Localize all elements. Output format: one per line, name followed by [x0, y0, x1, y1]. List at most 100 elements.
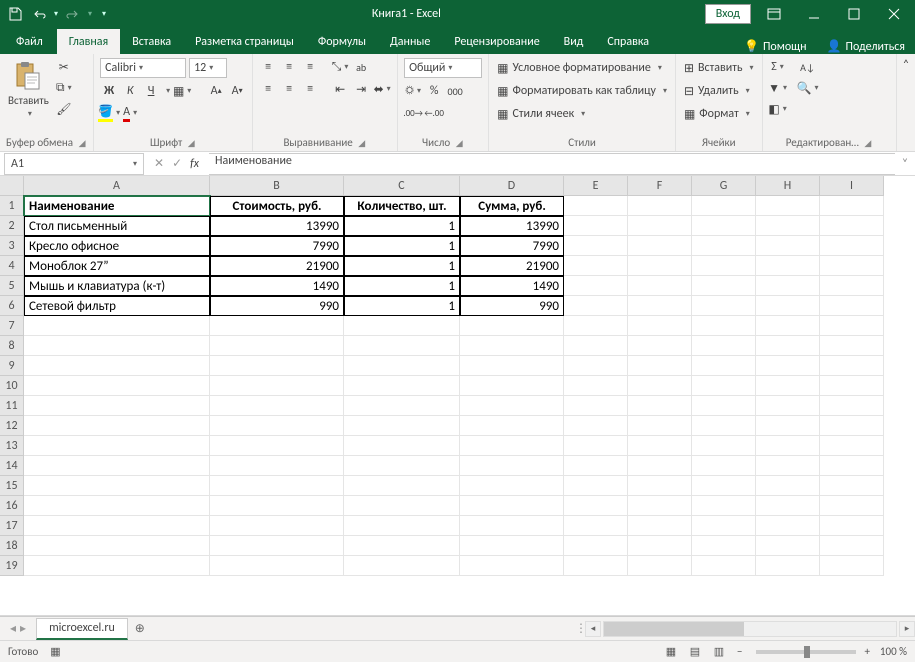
- cell[interactable]: [628, 476, 692, 496]
- cell[interactable]: [820, 416, 884, 436]
- cell[interactable]: 7990: [460, 236, 564, 256]
- row-header[interactable]: 11: [0, 396, 24, 416]
- cell[interactable]: [820, 236, 884, 256]
- row-header[interactable]: 18: [0, 536, 24, 556]
- cell[interactable]: [756, 316, 820, 336]
- cell[interactable]: [820, 476, 884, 496]
- cell[interactable]: 1: [344, 296, 460, 316]
- cell[interactable]: 1: [344, 216, 460, 236]
- cell[interactable]: [564, 336, 628, 356]
- cell[interactable]: [756, 456, 820, 476]
- font-name-select[interactable]: Calibri▾: [100, 58, 186, 78]
- decrease-indent-icon[interactable]: ⇤: [331, 80, 349, 98]
- copy-icon[interactable]: ⧉▾: [55, 79, 73, 97]
- wrap-text-icon[interactable]: ab: [352, 58, 370, 76]
- save-icon[interactable]: [4, 3, 26, 25]
- column-header[interactable]: E: [564, 176, 628, 196]
- minimize-icon[interactable]: [797, 0, 831, 28]
- cell[interactable]: [692, 516, 756, 536]
- row-header[interactable]: 10: [0, 376, 24, 396]
- cell[interactable]: [628, 496, 692, 516]
- cell[interactable]: [820, 216, 884, 236]
- cell[interactable]: [564, 196, 628, 216]
- cell[interactable]: [210, 476, 344, 496]
- insert-cells-button[interactable]: ⊞Вставить▾: [682, 58, 756, 78]
- signin-button[interactable]: Вход: [705, 4, 751, 24]
- cell[interactable]: [564, 276, 628, 296]
- cell[interactable]: [756, 436, 820, 456]
- cell[interactable]: [756, 276, 820, 296]
- cell[interactable]: Сумма, руб.: [460, 196, 564, 216]
- fx-icon[interactable]: fx: [190, 157, 199, 171]
- cell[interactable]: Мышь и клавиатура (к-т): [24, 276, 210, 296]
- row-header[interactable]: 19: [0, 556, 24, 576]
- increase-indent-icon[interactable]: ⇥: [352, 80, 370, 98]
- cell[interactable]: [210, 436, 344, 456]
- cell[interactable]: [24, 336, 210, 356]
- currency-icon[interactable]: ☼▾: [404, 82, 422, 100]
- cell[interactable]: [24, 416, 210, 436]
- cell[interactable]: [210, 396, 344, 416]
- redo-icon[interactable]: [62, 3, 84, 25]
- cell[interactable]: [820, 196, 884, 216]
- cell[interactable]: [820, 276, 884, 296]
- cell[interactable]: [756, 396, 820, 416]
- cell[interactable]: [460, 396, 564, 416]
- row-header[interactable]: 15: [0, 476, 24, 496]
- cell[interactable]: [210, 496, 344, 516]
- cell[interactable]: [628, 236, 692, 256]
- cell[interactable]: [628, 516, 692, 536]
- cell[interactable]: [344, 396, 460, 416]
- scroll-right-icon[interactable]: ▸: [899, 621, 915, 637]
- row-header[interactable]: 12: [0, 416, 24, 436]
- cell[interactable]: [24, 516, 210, 536]
- cell[interactable]: 7990: [210, 236, 344, 256]
- sort-filter-icon[interactable]: A↓: [799, 58, 817, 76]
- cell[interactable]: [756, 336, 820, 356]
- row-header[interactable]: 16: [0, 496, 24, 516]
- cell[interactable]: [692, 216, 756, 236]
- cell[interactable]: [460, 356, 564, 376]
- tab-formulas[interactable]: Формулы: [306, 29, 378, 54]
- row-header[interactable]: 7: [0, 316, 24, 336]
- page-layout-view-icon[interactable]: ▤: [684, 643, 706, 661]
- column-header[interactable]: H: [756, 176, 820, 196]
- cell[interactable]: [756, 516, 820, 536]
- cell[interactable]: [344, 556, 460, 576]
- zoom-out-button[interactable]: −: [737, 645, 742, 658]
- column-header[interactable]: A: [24, 176, 210, 196]
- cell[interactable]: [210, 356, 344, 376]
- cell[interactable]: [460, 376, 564, 396]
- cell[interactable]: [344, 316, 460, 336]
- cell[interactable]: [564, 216, 628, 236]
- row-header[interactable]: 8: [0, 336, 24, 356]
- cell[interactable]: [210, 456, 344, 476]
- cell[interactable]: [564, 536, 628, 556]
- cell[interactable]: [24, 476, 210, 496]
- comma-icon[interactable]: 000: [446, 82, 464, 100]
- cell[interactable]: [692, 296, 756, 316]
- cell[interactable]: [564, 456, 628, 476]
- delete-cells-button[interactable]: ⊟Удалить▾: [682, 81, 752, 101]
- cell[interactable]: [628, 216, 692, 236]
- align-center-icon[interactable]: ≡: [280, 80, 298, 98]
- cell[interactable]: [756, 256, 820, 276]
- macro-record-icon[interactable]: ▦: [50, 645, 60, 658]
- row-header[interactable]: 6: [0, 296, 24, 316]
- underline-button[interactable]: Ч: [142, 82, 160, 100]
- cell[interactable]: [24, 356, 210, 376]
- format-as-table-button[interactable]: ▦Форматировать как таблицу▾: [495, 81, 669, 101]
- cell[interactable]: [692, 396, 756, 416]
- cell[interactable]: [820, 256, 884, 276]
- cell[interactable]: [628, 536, 692, 556]
- cell[interactable]: [820, 356, 884, 376]
- cell[interactable]: 990: [460, 296, 564, 316]
- column-header[interactable]: B: [210, 176, 344, 196]
- align-bottom-icon[interactable]: ≡: [301, 58, 319, 76]
- cell[interactable]: 1490: [210, 276, 344, 296]
- cell[interactable]: [820, 516, 884, 536]
- cell[interactable]: [344, 416, 460, 436]
- cell[interactable]: [692, 556, 756, 576]
- cell[interactable]: [692, 316, 756, 336]
- cell[interactable]: [24, 376, 210, 396]
